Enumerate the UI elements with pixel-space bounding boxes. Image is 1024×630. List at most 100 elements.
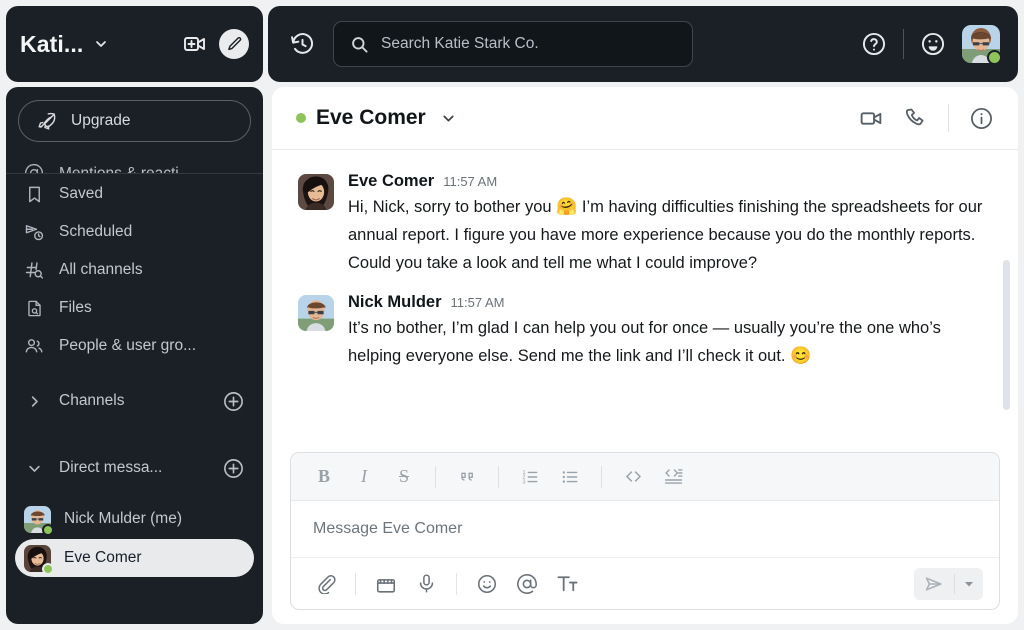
avatar[interactable] [962, 25, 1002, 65]
plus-circle-icon[interactable] [222, 457, 245, 480]
message-body: Eve Comer 11:57 AM Hi, Nick, sorry to bo… [348, 172, 992, 277]
bold-icon[interactable]: B [307, 461, 341, 493]
code-block-icon[interactable] [656, 461, 690, 493]
video-plus-icon[interactable] [183, 32, 207, 56]
hugging-face-emoji: 🤗 [556, 197, 578, 216]
message-text: It’s no bother, I’m glad I can help you … [348, 314, 992, 370]
eve-comer-avatar[interactable] [298, 174, 334, 210]
chevron-down-icon[interactable] [955, 568, 983, 600]
strikethrough-icon[interactable]: S [387, 461, 421, 493]
sidebar-dm-eve-comer[interactable]: Eve Comer [15, 539, 254, 577]
avatar [24, 544, 54, 575]
divider [435, 465, 436, 488]
sidebar-item-saved[interactable]: Saved [6, 175, 263, 213]
hash-search-icon [24, 260, 44, 280]
video-clip-icon[interactable] [368, 567, 404, 601]
message-input-placeholder: Message Eve Comer [313, 520, 463, 537]
people-icon [24, 336, 44, 356]
divider [355, 572, 356, 595]
message-text: Hi, Nick, sorry to bother you 🤗 I’m havi… [348, 193, 992, 277]
sidebar-item-files[interactable]: Files [6, 289, 263, 327]
message-author[interactable]: Eve Comer [348, 172, 434, 191]
question-circle-icon[interactable] [861, 31, 887, 57]
sidebar-item-mentions[interactable]: Mentions & reacti... [6, 152, 263, 174]
conversation-actions [859, 104, 994, 132]
presence-indicator [42, 523, 54, 536]
audio-clip-icon[interactable] [408, 567, 444, 601]
message-author[interactable]: Nick Mulder [348, 293, 442, 312]
message-text-before: It’s no bother, I’m glad I can help you … [348, 319, 941, 365]
ordered-list-icon[interactable]: 1 2 3 [513, 461, 547, 493]
sidebar-dm-nick-mulder[interactable]: Nick Mulder (me) [15, 500, 254, 538]
section-label: Direct messa... [59, 459, 163, 476]
svg-text:3: 3 [523, 479, 526, 485]
info-circle-icon[interactable] [969, 106, 994, 131]
workspace-actions [183, 29, 249, 59]
avatar [24, 505, 54, 536]
send-icon[interactable] [914, 568, 954, 600]
message-scrollbar[interactable] [1003, 260, 1010, 410]
sidebar-section-direct-messages[interactable]: Direct messa... [6, 446, 263, 490]
sidebar-item-scheduled[interactable]: Scheduled [6, 213, 263, 251]
italic-icon[interactable]: I [347, 461, 381, 493]
workspace-name[interactable]: Kati... [20, 31, 83, 58]
dm-label: Eve Comer [64, 549, 142, 566]
sidebar-item-label: People & user gro... [59, 337, 196, 354]
mention-icon[interactable] [509, 567, 545, 601]
page-title[interactable]: Eve Comer [316, 106, 426, 130]
blockquote-icon[interactable] [450, 461, 484, 493]
file-search-icon [24, 299, 44, 318]
presence-indicator [987, 50, 1002, 65]
rocket-icon [37, 111, 57, 131]
chevron-down-icon[interactable] [440, 110, 457, 127]
plus-circle-icon[interactable] [222, 390, 245, 413]
presence-indicator [42, 562, 54, 575]
dm-label: Nick Mulder (me) [64, 510, 182, 527]
compose-icon[interactable] [219, 29, 249, 59]
sidebar-item-all-channels[interactable]: All channels [6, 251, 263, 289]
bulleted-list-icon[interactable] [553, 461, 587, 493]
sidebar-item-label: Files [59, 299, 92, 316]
scheduled-send-icon [24, 222, 44, 242]
divider [948, 104, 949, 132]
message-item: Nick Mulder 11:57 AM It’s no bother, I’m… [272, 279, 1018, 372]
phone-icon[interactable] [904, 106, 928, 130]
message-header: Eve Comer 11:57 AM [348, 172, 992, 191]
attach-file-icon[interactable] [307, 567, 343, 601]
search-input[interactable]: Search Katie Stark Co. [333, 21, 693, 67]
smiley-face-icon[interactable] [920, 31, 946, 57]
top-bar: Search Katie Stark Co. [268, 6, 1018, 82]
text-formatting-icon[interactable] [549, 567, 585, 601]
sidebar-item-label: Saved [59, 185, 103, 202]
bookmark-icon [24, 185, 44, 204]
chevron-down-icon[interactable] [93, 36, 109, 52]
sidebar-nav: Mentions & reacti... Saved Scheduled All… [6, 152, 263, 624]
message-text-before: Hi, Nick, sorry to bother you [348, 198, 557, 216]
divider [498, 465, 499, 488]
history-clock-icon[interactable] [286, 28, 319, 61]
video-camera-icon[interactable] [859, 106, 884, 131]
divider [456, 572, 457, 595]
chevron-right-icon[interactable] [24, 394, 44, 409]
upgrade-button[interactable]: Upgrade [18, 100, 251, 142]
main-panel: Eve Comer Eve Comer 11:57 AM Hi, Nick, s… [272, 87, 1018, 624]
conversation-header: Eve Comer [272, 87, 1018, 150]
nick-mulder-avatar[interactable] [298, 295, 334, 331]
sidebar-item-label: Scheduled [59, 223, 133, 240]
chevron-down-icon[interactable] [24, 461, 44, 476]
send-button-group [914, 567, 983, 600]
code-icon[interactable] [616, 461, 650, 493]
divider [601, 465, 602, 488]
emoji-icon[interactable] [469, 567, 505, 601]
divider [903, 29, 904, 59]
smiling-face-emoji: 😊 [790, 346, 812, 365]
search-icon [350, 35, 369, 54]
message-header: Nick Mulder 11:57 AM [348, 293, 992, 312]
formatting-toolbar: B I S 1 2 3 [291, 453, 999, 501]
sidebar-item-people[interactable]: People & user gro... [6, 327, 263, 365]
message-timestamp[interactable]: 11:57 AM [451, 295, 505, 310]
message-timestamp[interactable]: 11:57 AM [443, 174, 497, 189]
top-bar-actions [861, 25, 1002, 65]
sidebar-section-channels[interactable]: Channels [6, 379, 263, 423]
message-input[interactable]: Message Eve Comer [291, 501, 999, 557]
